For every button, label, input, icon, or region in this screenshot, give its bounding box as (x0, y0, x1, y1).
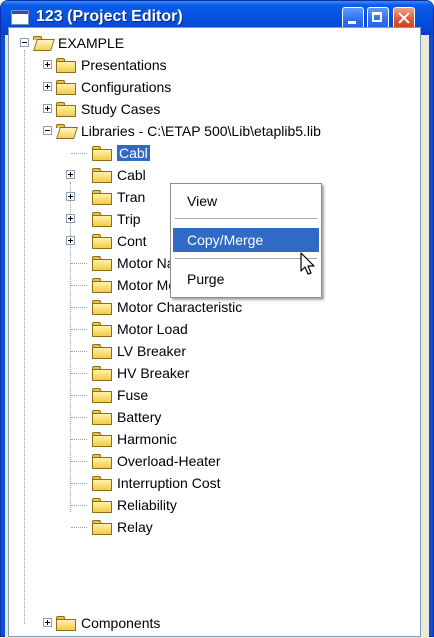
expand-icon[interactable] (43, 60, 52, 69)
maximize-button[interactable] (367, 7, 389, 29)
app-window-icon (11, 10, 29, 25)
menu-item-copy-merge[interactable]: Copy/Merge (173, 228, 319, 252)
expand-icon[interactable] (43, 104, 52, 113)
expand-icon[interactable] (43, 82, 52, 91)
collapse-icon[interactable] (20, 38, 29, 47)
tree-item-presentations[interactable]: Presentations (15, 54, 167, 76)
tree-item-relay[interactable]: Relay (15, 516, 153, 538)
tree-item-label: Motor Load (117, 321, 188, 337)
tree-item-label: Reliability (117, 497, 177, 513)
folder-icon (92, 475, 112, 491)
tree-item-fuse[interactable]: Fuse (15, 384, 148, 406)
tree-item-example[interactable]: EXAMPLE (15, 32, 124, 54)
tree-item-label: Interruption Cost (117, 475, 221, 491)
folder-icon (92, 211, 112, 227)
tree-item-label: Configurations (81, 79, 172, 95)
folder-icon (92, 299, 112, 315)
menu-item-view[interactable]: View (173, 189, 319, 213)
tree-item-label: Components (81, 615, 161, 631)
folder-icon (92, 321, 112, 337)
tree-item-motor-load[interactable]: Motor Load (15, 318, 188, 340)
folder-icon (92, 277, 112, 293)
folder-icon (92, 453, 112, 469)
tree-item-motor-model[interactable]: Motor Model (15, 274, 195, 296)
tree-item-label: Study Cases (81, 101, 161, 117)
folder-open-icon (56, 123, 78, 139)
tree-item-label: Libraries - C:\ETAP 500\Lib\etaplib5.lib (81, 123, 321, 139)
tree-item-transformer[interactable]: Tran (15, 186, 145, 208)
tree-item-study-cases[interactable]: Study Cases (15, 98, 160, 120)
tree-item-label: Cabl (117, 145, 150, 161)
tree-item-components[interactable]: Components (15, 612, 160, 634)
folder-icon (92, 255, 112, 271)
tree-item-reliability[interactable]: Reliability (15, 494, 177, 516)
tree-item-label: LV Breaker (117, 343, 186, 359)
folder-open-icon (33, 35, 55, 51)
tree-item-interruption-cost[interactable]: Interruption Cost (15, 472, 221, 494)
folder-icon (92, 387, 112, 403)
tree-item-label: EXAMPLE (58, 35, 125, 51)
tree-item-label: Overload-Heater (117, 453, 221, 469)
tree-item-label: Battery (117, 409, 162, 425)
tree-item-harmonic[interactable]: Harmonic (15, 428, 177, 450)
context-menu: View Copy/Merge Purge (170, 183, 322, 298)
folder-icon (92, 365, 112, 381)
window-title: 123 (Project Editor) (36, 8, 183, 25)
expand-icon[interactable] (66, 214, 75, 223)
collapse-icon[interactable] (43, 126, 52, 135)
expand-icon[interactable] (66, 236, 75, 245)
tree-item-label: Harmonic (117, 431, 177, 447)
menu-item-purge[interactable]: Purge (173, 267, 319, 291)
tree-item-overload-heater[interactable]: Overload-Heater (15, 450, 221, 472)
tree-item-trip[interactable]: Trip (15, 208, 141, 230)
folder-icon (92, 167, 112, 183)
folder-icon (92, 189, 112, 205)
tree-item-label: Presentations (81, 57, 167, 73)
folder-icon (92, 233, 112, 249)
folder-icon (92, 145, 112, 161)
tree-item-configurations[interactable]: Configurations (15, 76, 171, 98)
folder-icon (92, 519, 112, 535)
minimize-button[interactable] (342, 7, 364, 29)
folder-icon (92, 409, 112, 425)
folder-icon (56, 615, 76, 631)
tree-item-label: Relay (117, 519, 153, 535)
tree-item-label: Fuse (117, 387, 149, 403)
tree-item-cable-2[interactable]: Cabl (15, 164, 146, 186)
tree-item-label: Cabl (117, 167, 146, 183)
mouse-pointer-icon (300, 252, 315, 275)
folder-icon (56, 101, 76, 117)
tree-item-label: Cont (117, 233, 147, 249)
folder-icon (92, 431, 112, 447)
tree-item-control[interactable]: Cont (15, 230, 147, 252)
tree-item-label: Tran (117, 189, 146, 205)
tree-item-cable-selected[interactable]: Cabl (15, 142, 150, 164)
tree-item-libraries[interactable]: Libraries - C:\ETAP 500\Lib\etaplib5.lib (15, 120, 321, 142)
tree-item-label: HV Breaker (117, 365, 190, 381)
expand-icon[interactable] (43, 618, 52, 627)
folder-icon (56, 79, 76, 95)
folder-icon (56, 57, 76, 73)
menu-separator (175, 218, 317, 219)
menu-separator (175, 258, 317, 259)
tree-item-motor-characteristic[interactable]: Motor Characteristic (15, 296, 242, 318)
project-tree[interactable]: EXAMPLE Presentations Configurations Stu… (8, 27, 421, 637)
expand-icon[interactable] (66, 192, 75, 201)
folder-icon (92, 343, 112, 359)
tree-item-label: Motor Characteristic (117, 299, 243, 315)
close-button[interactable] (393, 7, 415, 29)
tree-item-label: Trip (117, 211, 141, 227)
tree-item-lv-breaker[interactable]: LV Breaker (15, 340, 186, 362)
tree-item-battery[interactable]: Battery (15, 406, 161, 428)
expand-icon[interactable] (66, 170, 75, 179)
folder-icon (92, 497, 112, 513)
tree-item-hv-breaker[interactable]: HV Breaker (15, 362, 189, 384)
